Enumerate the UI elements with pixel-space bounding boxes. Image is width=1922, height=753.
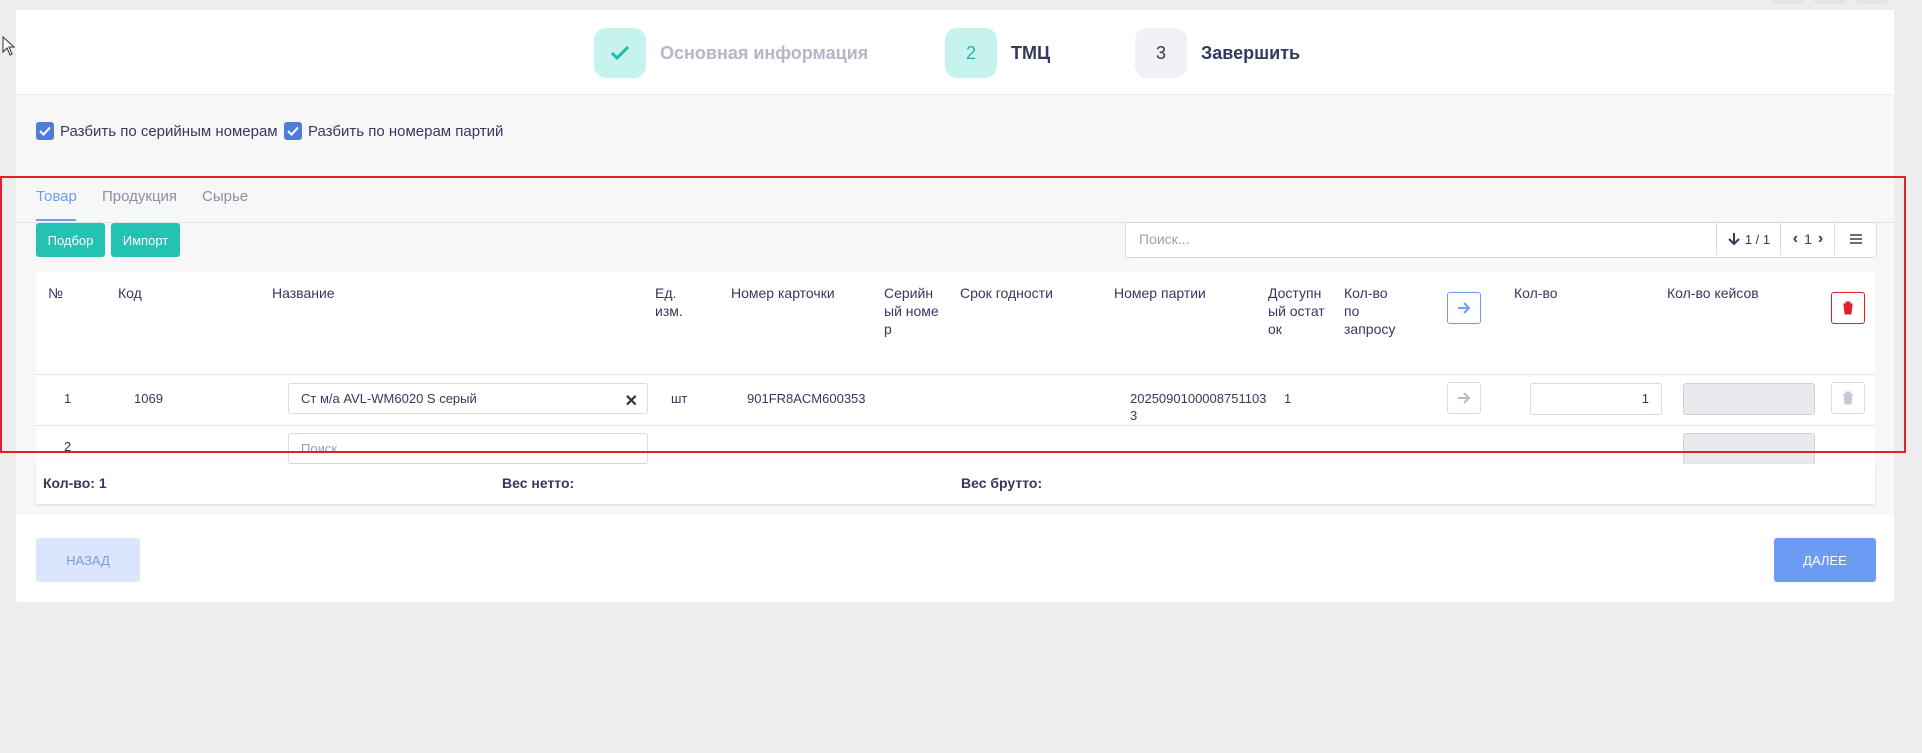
wizard-steps: Основная информация 2 ТМЦ 3 Завершить <box>16 10 1894 94</box>
chevron-right-icon[interactable]: › <box>1818 230 1823 248</box>
active-tab-indicator <box>36 219 76 221</box>
item-search-input[interactable]: Поиск... <box>288 433 648 464</box>
cell-batch: 20250901000087511033 <box>1130 391 1267 423</box>
row-divider <box>36 374 1875 375</box>
total-net-weight: Вес нетто: <box>502 475 575 491</box>
arrow-right-icon <box>1458 392 1471 404</box>
step-label: Основная информация <box>660 42 869 63</box>
totals-bar: Кол-во: 1 Вес нетто: Вес брутто: <box>36 464 1875 504</box>
quantity-input[interactable]: 1 <box>1530 383 1662 415</box>
checkbox-checked-icon[interactable] <box>284 122 302 140</box>
step-finish[interactable]: 3 Завершить <box>1135 27 1300 79</box>
check-icon <box>610 45 630 61</box>
columns-menu-button[interactable] <box>1834 223 1876 255</box>
cases-input <box>1683 383 1815 415</box>
copy-quantity-button[interactable] <box>1447 382 1481 414</box>
item-tabs: Товар Продукция Сырье <box>16 176 1894 223</box>
step-label: Завершить <box>1201 42 1301 63</box>
split-serial-checkbox[interactable]: Разбить по серийным номерам <box>36 122 278 140</box>
cases-input <box>1683 433 1815 465</box>
corner-button[interactable] <box>1814 0 1846 4</box>
step-number: 3 <box>1135 28 1187 78</box>
cell-num: 1 <box>64 391 72 406</box>
tab-products[interactable]: Продукция <box>102 188 177 205</box>
header-unit: Ед. изм. <box>655 285 683 319</box>
step-items[interactable]: 2 ТМЦ <box>945 27 1050 79</box>
cell-card: 901FR8ACM600353 <box>747 391 866 406</box>
header-num: № <box>48 285 64 301</box>
page-number: 1 <box>1804 231 1812 247</box>
cell-num: 2 <box>64 439 72 454</box>
cell-unit: шт <box>671 391 688 406</box>
arrow-down-icon <box>1728 233 1740 246</box>
header-batch: Номер партии <box>1114 285 1206 301</box>
tab-goods[interactable]: Товар <box>36 188 77 205</box>
row-divider <box>36 425 1875 426</box>
trash-icon <box>1843 391 1853 405</box>
menu-icon <box>1849 234 1862 244</box>
checkbox-label: Разбить по серийным номерам <box>60 122 278 140</box>
checkbox-label: Разбить по номерам партий <box>308 122 504 140</box>
split-batch-checkbox[interactable]: Разбить по номерам партий <box>284 122 503 140</box>
page-range: 1 / 1 <box>1744 231 1771 247</box>
search-box: 1 / 1 ‹ 1 › <box>1125 222 1877 258</box>
item-name-value: Ст м/а AVL-WM6020 S серый <box>301 391 477 406</box>
corner-button[interactable] <box>1772 0 1804 4</box>
delete-all-button[interactable] <box>1831 292 1865 324</box>
header-name: Название <box>272 285 335 301</box>
wizard-card: Основная информация 2 ТМЦ 3 Завершить Ра… <box>16 10 1894 602</box>
chevron-left-icon[interactable]: ‹ <box>1793 230 1798 248</box>
corner-button[interactable] <box>1856 0 1888 4</box>
total-qty: Кол-во: 1 <box>43 475 107 491</box>
items-table: № Код Название Ед. изм. Номер карточки С… <box>36 272 1875 465</box>
cell-code: 1069 <box>134 391 163 406</box>
header-code: Код <box>118 285 142 301</box>
select-button[interactable]: Подбор <box>36 223 105 257</box>
header-cases: Кол-во кейсов <box>1667 285 1759 301</box>
mouse-cursor-icon <box>2 36 16 56</box>
page-navigator: ‹ 1 › <box>1780 223 1835 255</box>
header-card: Номер карточки <box>731 285 835 301</box>
delete-row-button[interactable] <box>1831 382 1865 414</box>
header-serial: Серийный номер <box>884 285 939 337</box>
copy-all-quantities-button[interactable] <box>1447 292 1481 324</box>
checkbox-checked-icon[interactable] <box>36 122 54 140</box>
search-input[interactable] <box>1126 223 1742 255</box>
cell-available: 1 <box>1284 391 1292 406</box>
item-name-select[interactable]: Ст м/а AVL-WM6020 S серый ✕ <box>288 383 648 414</box>
step-number: 2 <box>945 28 997 78</box>
tab-raw-materials[interactable]: Сырье <box>202 188 248 205</box>
header-requested: Кол-во по запросу <box>1344 285 1396 337</box>
step-label: ТМЦ <box>1011 42 1051 63</box>
trash-icon <box>1843 301 1853 315</box>
header-qty: Кол-во <box>1514 285 1558 301</box>
back-button[interactable]: НАЗАД <box>36 538 140 582</box>
header-expiry: Срок годности <box>960 285 1053 301</box>
header-available: Доступный остаток <box>1268 285 1325 337</box>
clear-icon[interactable]: ✕ <box>625 391 638 411</box>
step-main-info[interactable]: Основная информация <box>594 27 868 79</box>
import-button[interactable]: Импорт <box>111 223 180 257</box>
step-done-marker <box>594 28 646 78</box>
total-gross-weight: Вес брутто: <box>961 475 1043 491</box>
next-button[interactable]: ДАЛЕЕ <box>1774 538 1876 582</box>
sort-pager[interactable]: 1 / 1 <box>1716 223 1781 255</box>
arrow-right-icon <box>1458 302 1471 314</box>
